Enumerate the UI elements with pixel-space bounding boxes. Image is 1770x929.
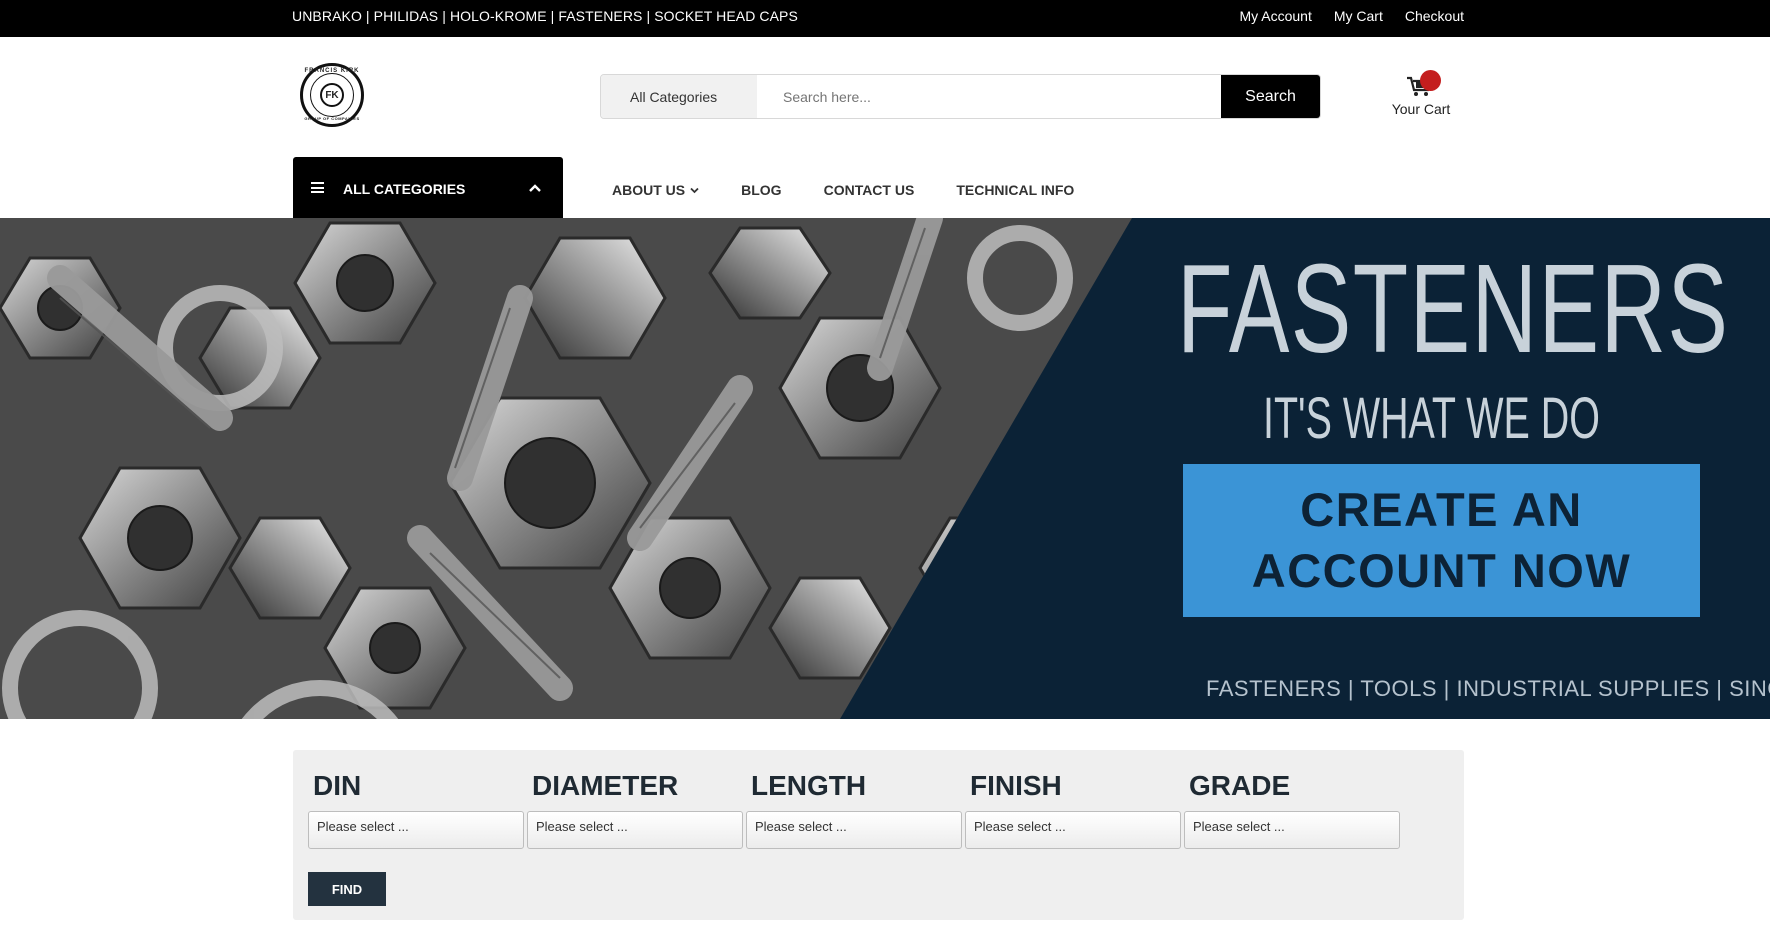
filter-label: DIAMETER [532,770,679,801]
filter-length: LENGTH Please select ... [746,770,962,849]
filter-label: GRADE [1189,770,1291,801]
search-category-select[interactable]: All Categories [601,75,757,118]
hero-headline: FASTENERS [1177,238,1730,379]
find-button[interactable]: FIND [308,872,386,906]
filter-label: LENGTH [751,770,867,801]
all-categories-toggle[interactable]: ALL CATEGORIES [293,157,563,218]
filter-grade: GRADE Please select ... [1184,770,1400,849]
hero-subheadline: IT'S WHAT WE DO [1263,386,1600,451]
cart-count-badge [1420,70,1441,91]
brand-links[interactable]: UNBRAKO | PHILIDAS | HOLO-KROME | FASTEN… [292,8,798,24]
all-categories-label: ALL CATEGORIES [343,181,466,197]
cta-line-2: ACCOUNT NOW [1251,543,1632,597]
cart-label: Your Cart [1391,101,1451,117]
diameter-select[interactable]: Please select ... [527,811,743,849]
nav-item-label: TECHNICAL INFO [956,182,1075,198]
filter-label: DIN [313,770,362,801]
nav-item-label: ABOUT US [612,182,686,198]
filter-label: FINISH [970,770,1062,801]
top-bar: UNBRAKO | PHILIDAS | HOLO-KROME | FASTEN… [0,0,1770,37]
nav-item-label: BLOG [741,182,782,198]
din-select[interactable]: Please select ... [308,811,524,849]
site-logo[interactable]: FRANCIS KIRK FK GROUP OF COMPANIES [300,63,364,127]
account-links: My Account My Cart Checkout [1239,8,1464,24]
nav-item-label: CONTACT US [823,182,915,198]
main-nav: ABOUT US BLOG CONTACT US TECHNICAL INFO [612,182,1116,198]
cart-widget[interactable]: Your Cart [1386,70,1456,120]
search-input[interactable] [757,75,1224,118]
logo-monogram: FK [320,83,344,107]
menu-icon [311,182,324,193]
filter-finish: FINISH Please select ... [965,770,1181,849]
my-account-link[interactable]: My Account [1239,8,1311,24]
filter-din: DIN Please select ... [308,770,524,849]
nav-item-about-us[interactable]: ABOUT US [612,182,699,198]
search-bar: All Categories Search [600,74,1321,119]
hero-tagline: FASTENERS | TOOLS | INDUSTRIAL SUPPLIES … [1206,676,1770,701]
finish-select[interactable]: Please select ... [965,811,1181,849]
nav-item-technical-info[interactable]: TECHNICAL INFO [956,182,1074,198]
nav-item-contact-us[interactable]: CONTACT US [824,182,915,198]
checkout-link[interactable]: Checkout [1405,8,1464,24]
length-select[interactable]: Please select ... [746,811,962,849]
create-account-button[interactable]: CREATE AN ACCOUNT NOW [1183,464,1700,617]
hero-banner[interactable]: FASTENERS IT'S WHAT WE DO CREATE AN ACCO… [0,218,1770,719]
cta-line-1: CREATE AN [1300,483,1583,537]
filter-diameter: DIAMETER Please select ... [527,770,743,849]
grade-select[interactable]: Please select ... [1184,811,1400,849]
nav-item-blog[interactable]: BLOG [741,182,781,198]
chevron-down-icon [690,187,699,193]
chevron-up-icon [529,184,541,192]
my-cart-link[interactable]: My Cart [1334,8,1383,24]
search-button[interactable]: Search [1221,75,1320,118]
product-filter: DIN Please select ... DIAMETER Please se… [293,750,1464,920]
logo-bottom-text: GROUP OF COMPANIES [304,116,360,121]
